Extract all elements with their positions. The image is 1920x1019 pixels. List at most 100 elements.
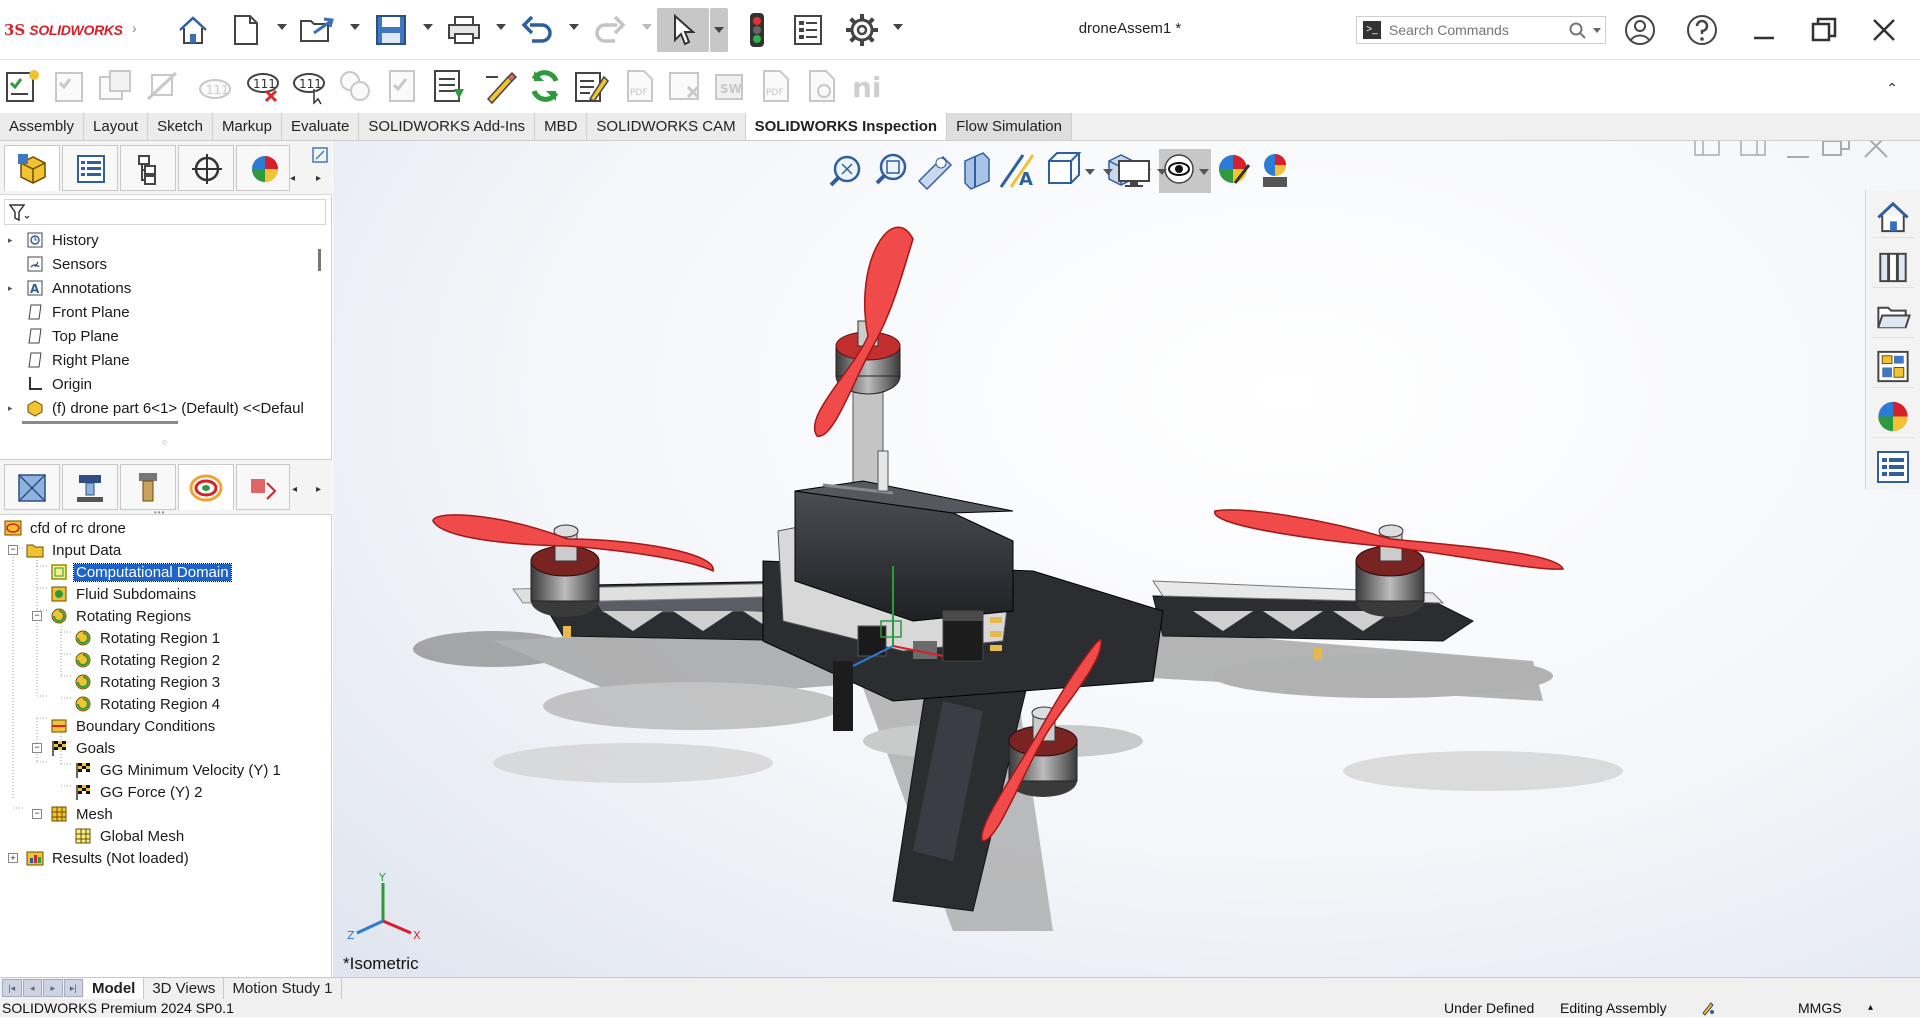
tree-item-annotations[interactable]: ▸ A Annotations <box>8 277 133 299</box>
tab-layout[interactable]: Layout <box>84 113 149 140</box>
tree-item-computational-domain[interactable]: Computational Domain <box>50 561 232 583</box>
tab-configuration-manager[interactable] <box>120 145 176 191</box>
minimize-button[interactable] <box>1742 8 1786 52</box>
tab-display-manager[interactable] <box>236 145 290 191</box>
prev-tab-arrow-icon[interactable]: ◂ <box>22 978 42 997</box>
characteristics-list-icon[interactable] <box>430 67 468 105</box>
collapse-command-manager-icon[interactable]: ⌃ <box>1886 80 1898 97</box>
tree-item-rotating-region-3[interactable]: Rotating Region 3 <box>74 671 222 693</box>
options-button[interactable] <box>840 8 884 52</box>
redo-dropdown-icon[interactable] <box>642 24 652 30</box>
tab-3d-views[interactable]: 3D Views <box>144 977 225 1000</box>
tree-item-sensors[interactable]: Sensors <box>8 253 109 275</box>
tree-item-input-data[interactable]: − Input Data <box>8 539 123 561</box>
collapse-box-icon[interactable]: − <box>32 809 42 819</box>
expand-arrow-icon[interactable]: ▸ <box>8 403 18 414</box>
tab-motion-study-1[interactable]: Motion Study 1 <box>224 977 342 1000</box>
save-dropdown-icon[interactable] <box>423 24 433 30</box>
tab-cam-operation-tree[interactable] <box>62 464 118 510</box>
panel2-scroll-right-icon[interactable]: ▸ <box>316 484 321 495</box>
tab-model[interactable]: Model <box>84 977 145 1000</box>
tree-item-goal-min-velocity[interactable]: GG Minimum Velocity (Y) 1 <box>74 759 283 781</box>
expand-arrow-icon[interactable]: ▸ <box>8 235 18 246</box>
appearances-scenes-icon[interactable] <box>1872 396 1914 438</box>
search-icon[interactable] <box>1568 21 1588 41</box>
collapse-box-icon[interactable]: − <box>8 545 18 555</box>
restore-button[interactable] <box>1802 8 1846 52</box>
reference-triad[interactable]: Y X Z <box>343 871 423 951</box>
tab-solidworks-cam[interactable]: SOLIDWORKS CAM <box>587 113 746 140</box>
tree-filter[interactable] <box>4 199 326 225</box>
panel-scroll-left-icon[interactable]: ◂ <box>290 173 295 184</box>
tab-flow-simulation-analysis-tree[interactable] <box>178 464 234 510</box>
logo-menu-arrow-icon[interactable]: › <box>132 20 137 36</box>
tab-evaluate[interactable]: Evaluate <box>281 113 360 140</box>
unit-system-button[interactable]: MMGS <box>1798 1000 1842 1016</box>
tab-cam-tool-tree[interactable] <box>120 464 176 510</box>
tree-item-front-plane[interactable]: Front Plane <box>8 301 132 323</box>
rebuild-status-icon[interactable] <box>1700 1000 1716 1019</box>
tab-simulation-study[interactable] <box>236 464 290 510</box>
file-properties-button[interactable] <box>788 8 828 52</box>
tab-solidworks-add-ins[interactable]: SOLIDWORKS Add-Ins <box>359 113 536 140</box>
tree-item-results[interactable]: + Results (Not loaded) <box>8 847 191 869</box>
renumber-balloons-disabled-icon[interactable] <box>336 67 374 105</box>
select-dropdown[interactable] <box>710 8 728 52</box>
balloon-tool-disabled-icon[interactable] <box>144 67 182 105</box>
tab-dimxpert-manager[interactable] <box>178 145 234 191</box>
redo-button[interactable] <box>589 8 631 52</box>
save-button[interactable] <box>370 8 412 52</box>
home-button[interactable] <box>170 8 216 52</box>
help-button[interactable] <box>1680 8 1724 52</box>
collapse-box-icon[interactable]: − <box>32 743 42 753</box>
tree-item-history[interactable]: ▸ History <box>8 229 101 251</box>
solidworks-resources-home-icon[interactable] <box>1872 196 1914 238</box>
panel-pin-icon[interactable] <box>312 147 328 163</box>
undo-dropdown-icon[interactable] <box>569 24 579 30</box>
panel2-scroll-left-icon[interactable]: ◂ <box>292 484 297 495</box>
search-commands[interactable]: >_ <box>1356 16 1606 44</box>
tree-item-top-plane[interactable]: Top Plane <box>8 325 121 347</box>
edit-project-disabled-icon[interactable] <box>96 67 134 105</box>
expand-box-icon[interactable]: + <box>8 853 18 863</box>
inspection-properties-disabled-icon[interactable] <box>384 67 422 105</box>
new-dropdown-icon[interactable] <box>277 24 287 30</box>
tab-property-manager[interactable] <box>62 145 118 191</box>
first-tab-arrow-icon[interactable]: |◂ <box>2 978 22 997</box>
next-tab-arrow-icon[interactable]: ▸ <box>43 978 63 997</box>
unit-system-caret-icon[interactable]: ▴ <box>1868 1002 1873 1013</box>
custom-properties-icon[interactable] <box>1872 446 1914 488</box>
print-button[interactable] <box>443 8 485 52</box>
print-dropdown-icon[interactable] <box>496 24 506 30</box>
tree-item-boundary-conditions[interactable]: Boundary Conditions <box>50 715 217 737</box>
tab-cam-feature-tree[interactable] <box>4 464 60 510</box>
tab-sketch[interactable]: Sketch <box>148 113 213 140</box>
panel-scroll-right-icon[interactable]: ▸ <box>316 173 321 184</box>
remove-balloon-icon[interactable]: 111 <box>244 67 282 105</box>
graphics-area[interactable]: A Y X Z *Isometric <box>333 141 1920 977</box>
export-3d-pdf-disabled-icon[interactable]: PDF <box>758 67 796 105</box>
solidworks-logo[interactable]: 3S SOLIDWORKS <box>4 18 134 42</box>
tab-assembly[interactable]: Assembly <box>0 113 85 140</box>
new-document-button[interactable] <box>226 8 266 52</box>
splitter-grip-icon[interactable]: ○ <box>162 437 167 447</box>
create-inspection-project-icon[interactable] <box>4 67 42 105</box>
expand-arrow-icon[interactable]: ▸ <box>8 283 18 294</box>
add-balloon-disabled-icon[interactable]: 111 <box>196 67 234 105</box>
tree-item-origin[interactable]: Origin <box>8 373 94 395</box>
update-inspection-icon[interactable] <box>526 67 564 105</box>
undo-button[interactable] <box>516 8 558 52</box>
tab-feature-manager[interactable] <box>4 145 60 191</box>
select-balloon-icon[interactable]: 111 <box>290 67 328 105</box>
net-inspect-disabled-icon[interactable]: ni <box>850 67 888 105</box>
search-dropdown-icon[interactable] <box>1593 28 1601 33</box>
splitter-grip-icon[interactable]: ••• <box>154 508 165 517</box>
drone-model-3d[interactable] <box>333 141 1920 977</box>
tree-item-rotating-region-2[interactable]: Rotating Region 2 <box>74 649 222 671</box>
tree-item-rotating-regions[interactable]: − Rotating Regions <box>32 605 193 627</box>
tab-mbd[interactable]: MBD <box>535 113 588 140</box>
tree-item-project[interactable]: cfd of rc drone <box>4 517 128 539</box>
search-input[interactable] <box>1389 22 1559 38</box>
export-template-disabled-icon[interactable] <box>804 67 842 105</box>
edit-report-icon[interactable] <box>572 67 610 105</box>
